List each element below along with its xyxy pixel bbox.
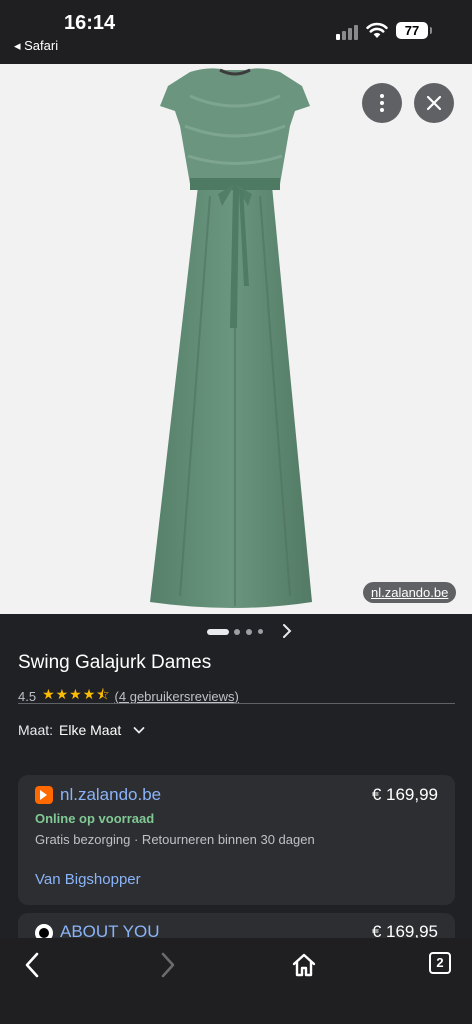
back-to-safari-link[interactable]: ◂ Safari <box>14 38 58 54</box>
carousel-dot[interactable] <box>234 629 240 635</box>
size-label: Maat: <box>18 722 54 738</box>
delivery-info: Gratis bezorging · Retourneren binnen 30… <box>35 832 315 847</box>
cellular-signal-icon <box>336 24 360 40</box>
offer-price: € 169,99 <box>371 785 438 804</box>
size-value: Elke Maat <box>59 722 122 738</box>
status-time: 16:14 <box>64 12 116 34</box>
carousel-dot-active[interactable] <box>207 629 229 635</box>
divider <box>18 703 455 704</box>
close-icon <box>426 95 442 111</box>
browser-toolbar: 2 <box>0 938 472 1024</box>
wifi-icon <box>366 22 388 38</box>
carousel-next-icon[interactable] <box>280 621 294 641</box>
stock-status: Online op voorraad <box>35 811 155 826</box>
reviews-link[interactable]: (4 gebruikersreviews) <box>115 689 239 704</box>
forward-arrow-icon[interactable] <box>152 950 182 980</box>
home-icon[interactable] <box>289 950 319 980</box>
offer-card[interactable]: nl.zalando.be € 169,99 Online op voorraa… <box>18 775 455 905</box>
chevron-down-icon <box>133 727 145 734</box>
rating-value: 4.5 <box>18 688 37 704</box>
product-title: Swing Galajurk Dames <box>18 652 212 673</box>
tabs-count-button[interactable]: 2 <box>429 952 451 974</box>
more-vertical-icon <box>380 94 384 112</box>
back-arrow-icon[interactable] <box>18 950 48 980</box>
rating-row: 4.5 ★★★★⯪ (4 gebruikersreviews) <box>18 684 239 708</box>
product-image-panel[interactable]: nl.zalando.be <box>0 64 472 614</box>
product-image-dress <box>150 68 312 608</box>
rating-stars-icon: ★★★★⯪ <box>42 686 111 702</box>
battery-tip <box>430 27 432 34</box>
carousel-dot[interactable] <box>246 629 252 635</box>
zalando-logo-icon <box>35 786 53 804</box>
store-name[interactable]: nl.zalando.be <box>60 785 161 805</box>
status-bar: 16:14 ◂ Safari 77 <box>0 0 472 64</box>
seller-link[interactable]: Van Bigshopper <box>35 871 141 888</box>
size-filter-dropdown[interactable]: Maat: Elke Maat <box>18 722 145 738</box>
image-carousel-indicator <box>0 614 472 648</box>
more-options-button[interactable] <box>362 83 402 123</box>
close-button[interactable] <box>414 83 454 123</box>
battery-indicator: 77 <box>396 22 428 39</box>
carousel-dot[interactable] <box>258 629 263 634</box>
image-source-link[interactable]: nl.zalando.be <box>363 582 457 603</box>
